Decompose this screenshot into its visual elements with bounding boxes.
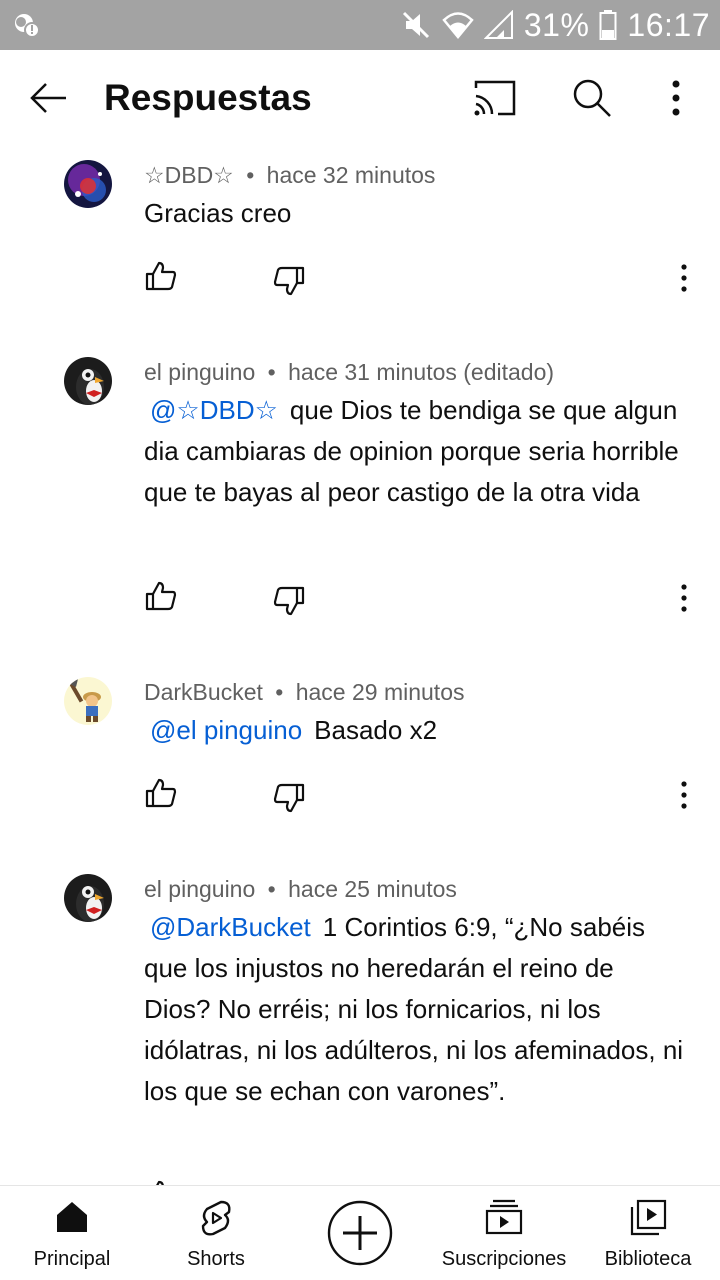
comment-time: hace 25 minutos: [288, 876, 457, 902]
status-bar: 31% 16:17: [0, 0, 720, 50]
shorts-icon: [197, 1198, 235, 1243]
page-title: Respuestas: [104, 77, 312, 118]
like-icon[interactable]: [144, 1178, 178, 1185]
meta-separator: •: [267, 359, 276, 385]
avatar[interactable]: [64, 874, 112, 922]
comment-time: hace 31 minutos (editado): [288, 359, 555, 385]
nav-item-shorts[interactable]: Shorts: [144, 1186, 288, 1280]
back-arrow-icon[interactable]: [26, 74, 74, 122]
comment-author[interactable]: ☆DBD☆: [144, 162, 234, 188]
comment-time: hace 32 minutos: [266, 162, 436, 188]
like-icon[interactable]: [144, 259, 178, 293]
comment-text-content: Basado x2: [314, 715, 438, 745]
bottom-navigation: Principal Shorts Suscripciones Bibliotec…: [0, 1185, 720, 1280]
comment-text-content: Gracias creo: [144, 198, 292, 228]
notification-icon: [12, 10, 42, 40]
cast-icon[interactable]: [470, 76, 522, 120]
comment-author[interactable]: DarkBucket: [144, 679, 263, 705]
replies-list[interactable]: ☆DBD☆ • hace 32 minutos Gracias creo el …: [0, 146, 720, 1185]
meta-separator: •: [275, 679, 284, 705]
meta-separator: •: [267, 876, 276, 902]
subscriptions-icon: [484, 1198, 524, 1241]
comment-more-icon[interactable]: [672, 778, 696, 812]
avatar[interactable]: [64, 357, 112, 405]
app-bar: Respuestas: [0, 50, 720, 146]
comment-meta: DarkBucket • hace 29 minutos: [144, 679, 465, 706]
comment-text: @☆DBD☆ que Dios te bendiga se que algun d…: [144, 390, 684, 513]
comment-author[interactable]: el pinguino: [144, 359, 255, 385]
library-icon: [628, 1198, 668, 1243]
like-icon[interactable]: [144, 776, 178, 810]
avatar[interactable]: [64, 677, 112, 725]
mute-icon: [400, 9, 432, 41]
comment-time: hace 29 minutos: [295, 679, 465, 705]
battery-percent: 31%: [523, 6, 590, 43]
search-icon[interactable]: [568, 74, 616, 122]
wifi-icon: [442, 9, 474, 41]
meta-separator: •: [246, 162, 255, 188]
avatar[interactable]: [64, 160, 112, 208]
nav-label: Shorts: [187, 1248, 245, 1270]
comment-more-icon[interactable]: [672, 581, 696, 615]
nav-label: Suscripciones: [441, 1248, 567, 1270]
mention-link[interactable]: @DarkBucket: [144, 912, 315, 942]
comment-more-icon[interactable]: [672, 261, 696, 295]
nav-item-biblioteca[interactable]: Biblioteca: [576, 1186, 720, 1280]
dislike-icon[interactable]: [272, 781, 306, 815]
clock: 16:17: [627, 6, 710, 43]
comment-text: @DarkBucket 1 Corintios 6:9, “¿No sabéis …: [144, 907, 684, 1112]
mention-link[interactable]: @☆DBD☆: [144, 395, 282, 425]
comment-meta: ☆DBD☆ • hace 32 minutos: [144, 162, 435, 189]
nav-label: Principal: [33, 1248, 111, 1270]
mention-link[interactable]: @el pinguino: [144, 715, 306, 745]
comment-text: Gracias creo: [144, 193, 684, 234]
nav-item-principal[interactable]: Principal: [0, 1186, 144, 1280]
dislike-icon[interactable]: [272, 584, 306, 618]
like-icon[interactable]: [144, 579, 178, 613]
home-icon: [53, 1198, 91, 1241]
dislike-icon[interactable]: [272, 264, 306, 298]
comment-meta: el pinguino • hace 31 minutos (editado): [144, 359, 554, 386]
comment-meta: el pinguino • hace 25 minutos: [144, 876, 457, 903]
comment-author[interactable]: el pinguino: [144, 876, 255, 902]
signal-icon: [483, 10, 514, 40]
more-vert-icon[interactable]: [660, 74, 692, 122]
create-icon[interactable]: [327, 1200, 393, 1266]
nav-item-suscripciones[interactable]: Suscripciones: [432, 1186, 576, 1280]
nav-label: Biblioteca: [604, 1248, 692, 1270]
comment-text: @el pinguino Basado x2: [144, 710, 684, 751]
battery-icon: [599, 9, 617, 41]
